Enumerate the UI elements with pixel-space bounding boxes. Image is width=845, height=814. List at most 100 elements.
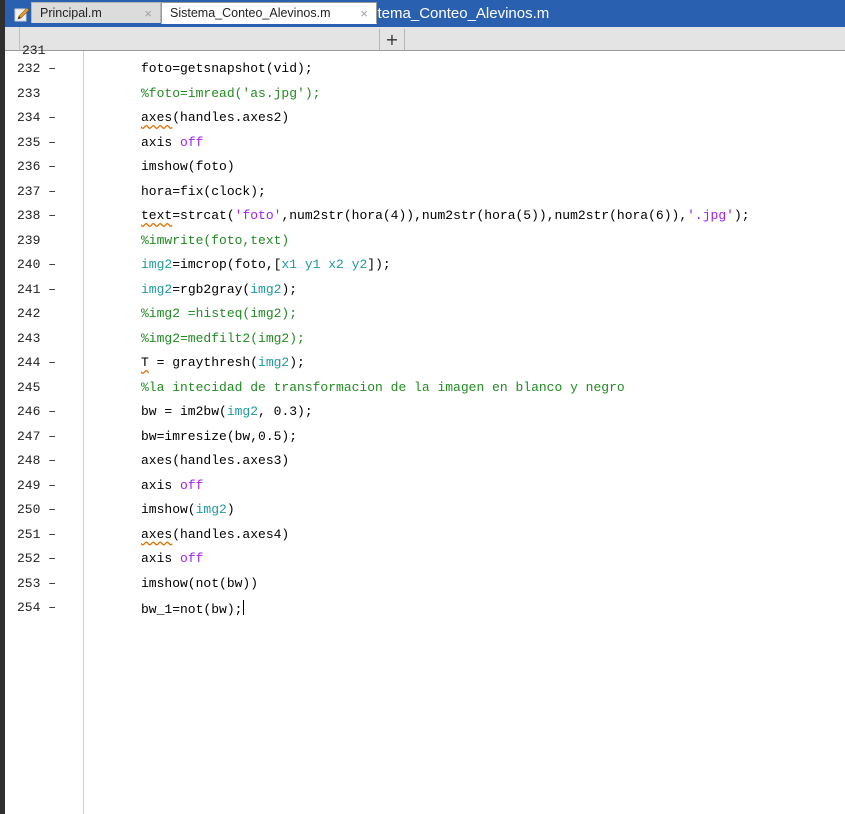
code-token: text	[141, 208, 173, 223]
line-number: 235 –	[17, 134, 57, 150]
code-line[interactable]: 244 – T = graythresh(img2);	[5, 351, 845, 376]
line-number: 239	[17, 232, 41, 248]
code-line[interactable]: 245 %la intecidad de transformacion de la…	[5, 376, 845, 401]
code-token: )	[226, 502, 235, 517]
code-line[interactable]: 240 – img2=imcrop(foto,[x1 y1 x2 y2]);	[5, 253, 845, 278]
code-line[interactable]: 242 %img2 =histeq(img2);	[5, 302, 845, 327]
code-text[interactable]: axis off	[141, 135, 203, 150]
code-token: bw = im2bw(	[141, 404, 227, 419]
line-number: 249 –	[17, 477, 57, 493]
code-line[interactable]: 232 – foto=getsnapshot(vid);	[5, 57, 845, 82]
code-line[interactable]: 247 – bw=imresize(bw,0.5);	[5, 425, 845, 450]
code-text[interactable]: imshow(not(bw))	[141, 576, 258, 591]
code-token: off	[180, 134, 204, 150]
code-token: );	[289, 355, 305, 370]
code-token: '.jpg'	[687, 208, 734, 223]
code-token: off	[180, 477, 204, 493]
code-line[interactable]: 238 – text=strcat('foto',num2str(hora(4))…	[5, 204, 845, 229]
line-number: 247 –	[17, 428, 57, 444]
code-token: T	[141, 355, 149, 370]
line-number: 254 –	[17, 600, 57, 615]
code-text[interactable]: %la intecidad de transformacion de la im…	[141, 380, 625, 395]
line-number: 250 –	[17, 502, 57, 517]
line-number: 242	[17, 306, 41, 321]
code-text[interactable]: bw=imresize(bw,0.5);	[141, 429, 297, 444]
code-token: =rgb2gray(	[172, 281, 251, 297]
code-token: img2	[195, 502, 227, 517]
matlab-editor-window: Editor - C:\Users\JAVIER\Desktop\alevine…	[0, 0, 845, 814]
code-text[interactable]: axes(handles.axes3)	[141, 453, 289, 468]
code-line[interactable]: 243 %img2=medfilt2(img2);	[5, 327, 845, 352]
code-line[interactable]: 237 – hora=fix(clock);	[5, 180, 845, 205]
code-text[interactable]: %foto=imread('as.jpg');	[141, 86, 320, 101]
code-text[interactable]: bw_1=not(bw);	[141, 600, 245, 617]
line-number: 243	[17, 330, 41, 346]
code-line[interactable]: 254 – bw_1=not(bw);	[5, 596, 845, 621]
code-token: imshow(not(bw))	[141, 575, 259, 591]
code-token: (handles.axes4)	[172, 526, 290, 542]
code-text[interactable]: %img2=medfilt2(img2);	[141, 331, 305, 346]
code-line[interactable]: 253 – imshow(not(bw))	[5, 572, 845, 597]
code-text[interactable]: imshow(img2)	[141, 502, 235, 517]
code-token: img2	[141, 281, 173, 297]
code-text[interactable]: hora=fix(clock);	[141, 184, 266, 199]
code-line[interactable]: 250 – imshow(img2)	[5, 498, 845, 523]
code-line[interactable]: 233 %foto=imread('as.jpg');	[5, 82, 845, 107]
code-text[interactable]: axes(handles.axes2)	[141, 110, 289, 125]
line-number: 253 –	[17, 575, 57, 591]
line-number: 237 –	[17, 183, 57, 199]
code-line[interactable]: 252 – axis off	[5, 547, 845, 572]
code-token: %img2 =histeq(img2);	[141, 306, 298, 321]
code-line[interactable]: 246 – bw = im2bw(img2, 0.3);	[5, 400, 845, 425]
code-token: off	[180, 551, 204, 566]
code-token: x1 y1 x2 y2	[281, 257, 368, 272]
line-number: 236 –	[17, 159, 57, 174]
code-token: , 0.3);	[258, 404, 313, 419]
code-line[interactable]: 235 – axis off	[5, 131, 845, 156]
code-text[interactable]: axes(handles.axes4)	[141, 527, 289, 542]
line-number: 233	[17, 85, 41, 101]
code-token: imshow(	[141, 502, 196, 517]
code-line[interactable]: 234 – axes(handles.axes2)	[5, 106, 845, 131]
code-token: (handles.axes2)	[172, 110, 290, 125]
code-token: axis	[141, 134, 181, 150]
code-line[interactable]: 241 – img2=rgb2gray(img2);	[5, 278, 845, 303]
code-line[interactable]: 249 – axis off	[5, 474, 845, 499]
code-token: axes(handles.axes3)	[141, 453, 290, 468]
code-text[interactable]: img2=imcrop(foto,[x1 y1 x2 y2]);	[141, 257, 391, 272]
code-text[interactable]: %img2 =histeq(img2);	[141, 306, 297, 321]
code-text[interactable]: axis off	[141, 551, 203, 566]
code-text[interactable]: T = graythresh(img2);	[141, 355, 305, 370]
line-number: 244 –	[17, 355, 57, 370]
tab-bar	[5, 27, 845, 51]
add-tab-button[interactable]: +	[379, 29, 405, 50]
tab-sistema-conteo-alevinos[interactable]: Sistema_Conteo_Alevinos.m ×	[161, 2, 377, 24]
tab-principal[interactable]: Principal.m ×	[31, 2, 161, 23]
code-text[interactable]: foto=getsnapshot(vid);	[141, 61, 313, 76]
code-token: imshow(foto)	[141, 159, 235, 174]
code-token: hora=fix(clock);	[141, 183, 266, 199]
code-editor[interactable]: 231 232 – foto=getsnapshot(vid); 233 %foto=…	[5, 43, 845, 814]
code-line[interactable]: 239 %imwrite(foto,text)	[5, 229, 845, 254]
code-token: 'foto'	[234, 208, 282, 223]
line-number: 240 –	[17, 257, 57, 272]
code-text[interactable]: axis off	[141, 478, 203, 493]
code-line[interactable]: 251 – axes(handles.axes4)	[5, 523, 845, 548]
code-text[interactable]: %imwrite(foto,text)	[141, 233, 289, 248]
code-line[interactable]: 248 – axes(handles.axes3)	[5, 449, 845, 474]
close-tab-icon[interactable]: ×	[360, 6, 368, 21]
code-text[interactable]: text=strcat('foto',num2str(hora(4)),num2…	[141, 208, 750, 223]
code-token: =imcrop(foto,[	[172, 257, 282, 272]
close-tab-icon[interactable]: ×	[144, 6, 152, 21]
code-text[interactable]: bw = im2bw(img2, 0.3);	[141, 404, 313, 419]
line-number: 246 –	[17, 404, 57, 419]
code-token: );	[281, 281, 298, 297]
line-number: 245	[17, 379, 41, 395]
code-line[interactable]: 236 – imshow(foto)	[5, 155, 845, 180]
tab-label: Principal.m	[40, 6, 102, 20]
code-token: %la intecidad de transformacion de la im…	[141, 379, 625, 395]
code-text[interactable]: img2=rgb2gray(img2);	[141, 282, 297, 297]
code-text[interactable]: imshow(foto)	[141, 159, 235, 174]
line-number: 252 –	[17, 551, 57, 566]
code-token: ,num2str(hora(4)),num2str(hora(5)),num2s…	[281, 208, 688, 223]
